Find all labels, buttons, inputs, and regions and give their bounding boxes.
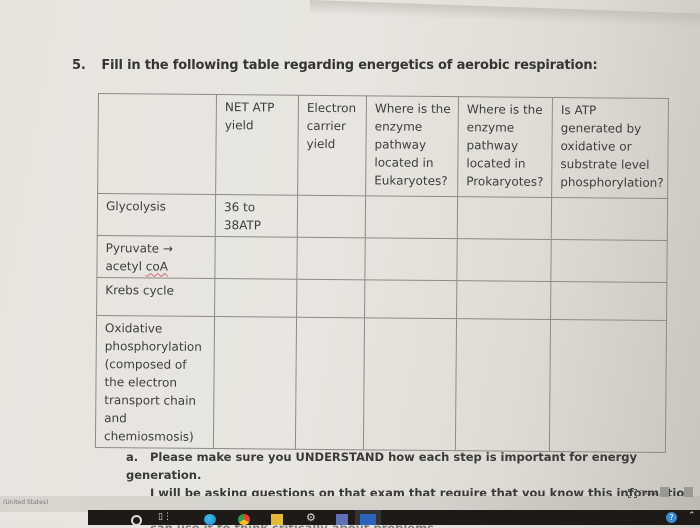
stage-cell[interactable]: Glycolysis — [97, 193, 216, 237]
document-page: 5. Fill in the following table regarding… — [0, 0, 700, 528]
note-label: a. — [126, 450, 139, 464]
stage-cell[interactable]: Pyruvate → acetyl coA — [96, 235, 216, 279]
question-number: 5. — [72, 58, 86, 73]
table-row-pyruvate-oxidation: Pyruvate → acetyl coA — [96, 235, 668, 283]
task-view-icon[interactable]: ▯⋮ — [158, 512, 172, 523]
energetics-table-wrapper: NET ATP yield Electron carrier yield Whe… — [95, 93, 670, 453]
print-layout-view-button[interactable] — [684, 487, 693, 497]
read-mode-view-button[interactable] — [660, 487, 669, 497]
chevron-up-icon[interactable]: ⌃ — [688, 511, 700, 522]
prokaryote-location-cell[interactable] — [457, 196, 552, 240]
language-indicator[interactable]: (United States) — [3, 499, 48, 506]
prokaryote-location-cell[interactable] — [456, 280, 551, 320]
focus-label: Focus — [639, 490, 657, 497]
phosphorylation-type-cell[interactable] — [549, 319, 667, 453]
eukaryote-location-cell[interactable] — [364, 237, 458, 281]
net-atp-cell[interactable] — [214, 278, 297, 318]
header-prokaryote-location[interactable]: Where is the enzyme pathway located in P… — [457, 96, 553, 198]
table-row-oxidative-phosphorylation: Oxidative phosphorylation (composed of t… — [95, 315, 667, 453]
windows-taskbar: ▯⋮ ⚙ ? ⌃ — [88, 510, 700, 526]
note-line-1: a. Please make sure you UNDERSTAND how ea… — [126, 448, 700, 484]
eukaryote-location-cell[interactable] — [363, 317, 457, 451]
focus-icon — [628, 489, 637, 498]
stage-cell[interactable]: Krebs cycle — [96, 277, 215, 317]
energetics-table: NET ATP yield Electron carrier yield Whe… — [95, 93, 669, 453]
prokaryote-location-cell[interactable] — [455, 318, 551, 452]
help-icon[interactable]: ? — [666, 512, 677, 523]
phosphorylation-type-cell[interactable] — [550, 281, 667, 321]
file-explorer-icon[interactable] — [271, 514, 283, 525]
prokaryote-location-cell[interactable] — [456, 238, 552, 282]
focus-mode-button[interactable]: Focus — [628, 489, 656, 498]
table-row-glycolysis: Glycolysis 36 to 38ATP — [97, 193, 668, 241]
phosphorylation-type-cell[interactable] — [551, 197, 668, 241]
stage-cell[interactable]: Oxidative phosphorylation (composed of t… — [95, 315, 215, 449]
table-header-row: NET ATP yield Electron carrier yield Whe… — [97, 93, 669, 199]
electron-carrier-cell[interactable] — [296, 279, 365, 318]
question-text: Fill in the following table regarding en… — [101, 58, 598, 73]
app-icon[interactable] — [336, 514, 348, 525]
chrome-icon[interactable] — [238, 514, 250, 525]
table-row-krebs-cycle: Krebs cycle — [96, 277, 667, 321]
eukaryote-location-cell[interactable] — [364, 279, 457, 319]
electron-carrier-cell[interactable] — [295, 317, 365, 450]
question-heading: 5. Fill in the following table regarding… — [72, 58, 598, 73]
header-stage[interactable] — [97, 93, 217, 195]
net-atp-cell[interactable] — [214, 236, 298, 280]
electron-carrier-cell[interactable] — [297, 195, 366, 238]
phosphorylation-type-cell[interactable] — [550, 239, 668, 283]
settings-icon[interactable]: ⚙ — [306, 511, 318, 524]
edge-icon[interactable] — [204, 514, 216, 525]
spellcheck-underlined-word: coA — [145, 259, 169, 274]
monitor-edge-shadow — [309, 0, 700, 29]
net-atp-cell[interactable]: 36 to 38ATP — [215, 194, 298, 238]
eukaryote-location-cell[interactable] — [365, 195, 458, 239]
net-atp-cell[interactable] — [213, 316, 297, 450]
word-icon[interactable] — [360, 514, 376, 525]
electron-carrier-cell[interactable] — [296, 237, 366, 280]
note-text-1: Please make sure you UNDERSTAND how each… — [126, 450, 637, 482]
header-eukaryote-location[interactable]: Where is the enzyme pathway located in E… — [365, 95, 459, 197]
header-electron-carrier[interactable]: Electron carrier yield — [297, 95, 367, 196]
header-phosphorylation-type[interactable]: Is ATP generated by oxidative or substra… — [551, 97, 669, 199]
header-net-atp[interactable]: NET ATP yield — [215, 94, 299, 196]
search-icon[interactable] — [131, 515, 142, 526]
